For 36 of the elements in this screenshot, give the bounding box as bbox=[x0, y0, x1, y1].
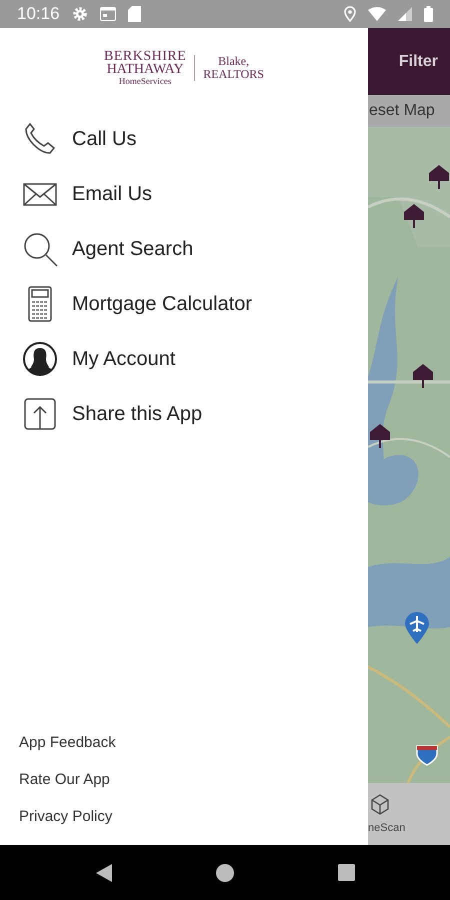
menu-item[interactable]: Mortgage Calculator bbox=[72, 288, 252, 318]
location-icon bbox=[344, 6, 356, 22]
gear-icon bbox=[72, 6, 88, 22]
sd-card-icon bbox=[128, 6, 141, 22]
house-pin-icon bbox=[370, 424, 390, 448]
window-icon bbox=[100, 7, 116, 21]
house-pin-icon bbox=[429, 165, 449, 189]
logo-text: HomeServices bbox=[118, 76, 172, 86]
menu-item[interactable]: Agent Search bbox=[72, 234, 194, 264]
filter-button[interactable]: Filter bbox=[398, 50, 438, 74]
search-icon bbox=[22, 230, 58, 266]
menu-item[interactable]: Email Us bbox=[72, 178, 152, 208]
back-icon[interactable] bbox=[96, 864, 112, 882]
airport-pin-icon bbox=[405, 612, 429, 644]
menu-item[interactable]: Share this App bbox=[72, 398, 202, 428]
recents-icon[interactable] bbox=[338, 864, 354, 881]
footer-link[interactable]: Rate Our App bbox=[19, 761, 110, 798]
footer-link[interactable]: App Feedback bbox=[19, 724, 116, 761]
signal-icon bbox=[398, 7, 412, 21]
reset-map-button[interactable]: eset Map bbox=[369, 99, 435, 123]
battery-icon bbox=[424, 6, 433, 22]
logo-text: REALTORS bbox=[203, 68, 264, 81]
status-time: 10:16 bbox=[17, 3, 60, 26]
logo-text: HATHAWAY bbox=[106, 63, 184, 76]
wifi-icon bbox=[368, 7, 386, 21]
account-icon bbox=[22, 340, 58, 376]
logo-text: Blake, bbox=[218, 55, 250, 68]
share-icon bbox=[22, 396, 58, 432]
footer-link[interactable]: Privacy Policy bbox=[19, 798, 112, 835]
house-pin-icon bbox=[413, 364, 433, 388]
bottom-tab-label[interactable]: neScan bbox=[368, 820, 406, 836]
menu-item[interactable]: My Account bbox=[72, 344, 176, 374]
home-icon[interactable] bbox=[216, 864, 234, 882]
house-pin-icon bbox=[404, 204, 424, 228]
menu-item[interactable]: Call Us bbox=[72, 124, 136, 154]
logo-text: BERKSHIRE bbox=[104, 50, 186, 63]
